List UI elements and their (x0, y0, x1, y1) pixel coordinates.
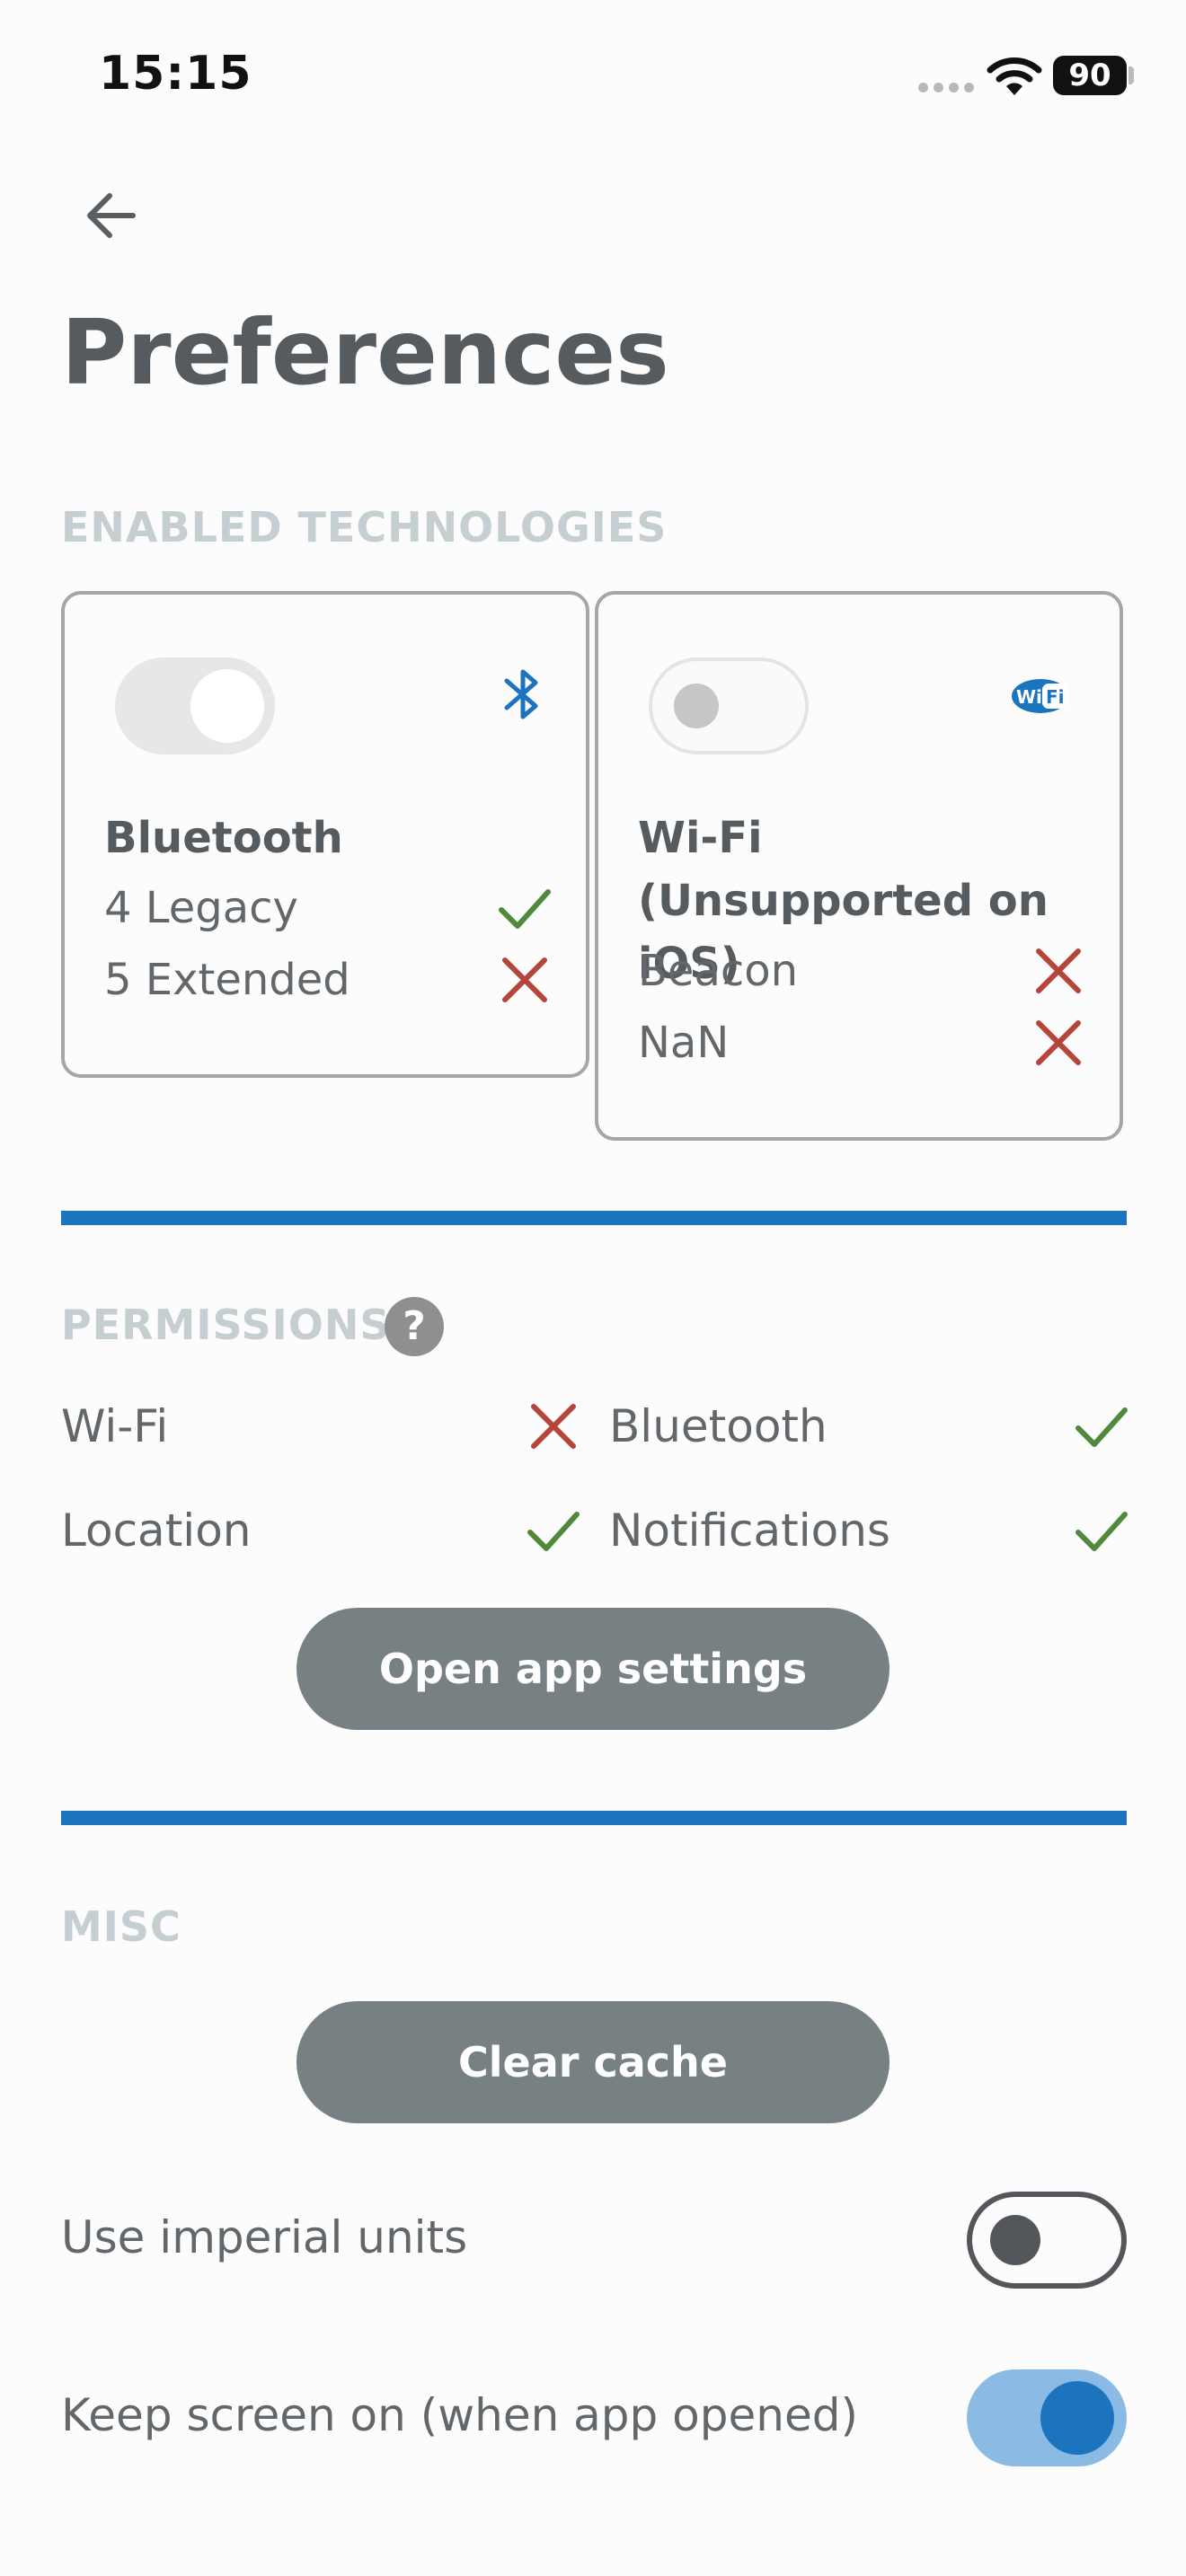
section-divider (61, 1811, 1127, 1825)
wifi-logo-icon: Wi Fi (1012, 679, 1069, 713)
feature-row-beacon: Beacon (638, 940, 1087, 1002)
back-button[interactable] (75, 180, 147, 251)
check-icon (499, 889, 551, 929)
bluetooth-card: Bluetooth 4 Legacy 5 Extended (61, 591, 589, 1078)
permission-notifications: Notifications (609, 1495, 1130, 1566)
feature-row-extended: 5 Extended (104, 948, 553, 1011)
cross-icon (1036, 948, 1081, 993)
page-title: Preferences (61, 300, 669, 405)
wifi-card: Wi Fi Wi-Fi (Unsupported on iOS) Beacon … (595, 591, 1123, 1141)
permission-location: Location (61, 1495, 582, 1566)
clear-cache-button[interactable]: Clear cache (296, 2001, 890, 2123)
svg-text:Wi: Wi (1016, 686, 1042, 708)
permission-bluetooth: Bluetooth (609, 1390, 1130, 1462)
feature-row-nan: NaN (638, 1011, 1087, 1074)
wifi-toggle[interactable] (649, 657, 809, 754)
setting-label: Use imperial units (61, 2211, 468, 2263)
toggle-knob (990, 2215, 1040, 2265)
permission-label: Notifications (609, 1504, 890, 1557)
permission-label: Wi-Fi (61, 1400, 169, 1452)
section-header-misc: MISC (61, 1902, 181, 1951)
section-header-permissions: PERMISSIONS (61, 1301, 391, 1349)
keep-screen-on-toggle[interactable] (967, 2369, 1127, 2466)
help-icon[interactable]: ? (385, 1297, 444, 1356)
svg-text:Fi: Fi (1046, 686, 1065, 708)
status-bar: 15:15 90 (0, 0, 1186, 153)
battery-level: 90 (1053, 56, 1127, 95)
imperial-units-toggle[interactable] (967, 2192, 1127, 2289)
setting-keep-screen-on: Keep screen on (when app opened) (61, 2364, 1127, 2472)
check-icon (527, 1512, 580, 1551)
cross-icon (1036, 1020, 1081, 1065)
feature-row-legacy: 4 Legacy (104, 877, 553, 940)
battery-tip (1128, 66, 1134, 84)
cross-icon (531, 1404, 576, 1449)
check-icon (1075, 1512, 1128, 1551)
permission-label: Bluetooth (609, 1400, 828, 1452)
permission-label: Location (61, 1504, 252, 1557)
feature-label: 5 Extended (104, 955, 350, 1005)
toggle-knob (674, 684, 719, 728)
feature-label: NaN (638, 1018, 730, 1068)
bluetooth-toggle[interactable] (115, 657, 275, 754)
toggle-knob (190, 669, 264, 743)
check-icon (1075, 1407, 1128, 1447)
section-divider (61, 1211, 1127, 1225)
open-app-settings-button[interactable]: Open app settings (296, 1608, 890, 1730)
feature-label: 4 Legacy (104, 883, 298, 933)
preferences-screen: 15:15 90 Preferences ENABLED TECHNOLOGIE… (0, 0, 1186, 2576)
wifi-status-icon (987, 57, 1042, 95)
status-time: 15:15 (99, 47, 252, 101)
permission-wifi: Wi-Fi (61, 1390, 582, 1462)
section-header-enabled-technologies: ENABLED TECHNOLOGIES (61, 503, 668, 551)
setting-imperial-units: Use imperial units (61, 2186, 1127, 2294)
bluetooth-card-title: Bluetooth (104, 813, 343, 863)
cellular-signal-icon (918, 83, 974, 95)
cross-icon (502, 957, 547, 1002)
setting-label: Keep screen on (when app opened) (61, 2389, 858, 2441)
feature-label: Beacon (638, 946, 799, 996)
toggle-knob (1040, 2381, 1114, 2455)
bluetooth-icon (504, 669, 538, 719)
arrow-left-icon (87, 193, 136, 238)
